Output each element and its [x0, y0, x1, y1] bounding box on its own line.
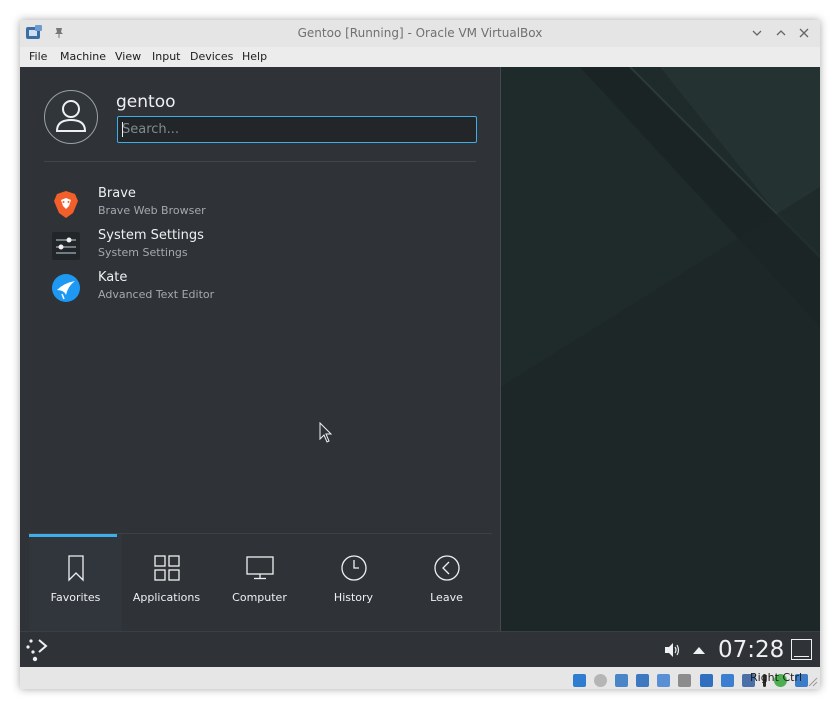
maximize-icon[interactable] — [774, 26, 788, 40]
monitor-icon — [245, 556, 274, 580]
menu-file[interactable]: File — [29, 50, 47, 63]
favorite-description: Advanced Text Editor — [98, 288, 215, 301]
menu-machine[interactable]: Machine — [60, 50, 106, 63]
application-launcher: gentoo Search... Brave Brave Web Browser — [20, 67, 501, 631]
tab-label: Favorites — [50, 591, 101, 604]
kate-icon — [52, 274, 80, 302]
optical-drive-icon[interactable] — [594, 674, 608, 687]
tab-favorites[interactable]: Favorites — [29, 534, 122, 631]
tab-leave[interactable]: Leave — [400, 534, 493, 631]
menu-help[interactable]: Help — [242, 50, 267, 63]
favorite-name: Kate — [98, 270, 128, 285]
search-placeholder: Search... — [122, 122, 180, 137]
menu-bar: File Machine View Input Devices Help — [20, 47, 820, 67]
gentoo-kicker-icon[interactable] — [24, 637, 50, 663]
taskbar-panel: 07:28 — [20, 631, 820, 667]
hard-disk-icon[interactable] — [573, 674, 586, 687]
panel-clock[interactable]: 07:28 — [718, 637, 784, 663]
shared-folders-icon[interactable] — [678, 674, 692, 687]
title-bar[interactable]: Gentoo [Running] - Oracle VM VirtualBox — [20, 20, 820, 47]
favorite-name: System Settings — [98, 228, 204, 243]
resize-grip-icon[interactable] — [808, 677, 818, 687]
usb-icon[interactable] — [657, 674, 671, 687]
mouse-cursor-icon — [319, 422, 333, 443]
host-key-label: Right Ctrl — [750, 671, 803, 684]
favorite-description: System Settings — [98, 246, 188, 259]
volume-icon[interactable] — [663, 641, 681, 659]
expand-arrow-icon[interactable] — [692, 645, 706, 655]
grid-icon — [153, 555, 180, 581]
header-divider — [44, 161, 476, 162]
tab-label: Computer — [232, 591, 287, 604]
tab-label: History — [333, 591, 374, 604]
close-icon[interactable] — [797, 26, 811, 40]
show-desktop-icon[interactable] — [791, 639, 812, 660]
active-tab-indicator — [29, 534, 117, 537]
text-caret — [122, 122, 123, 137]
guest-display[interactable]: gentoo Search... Brave Brave Web Browser — [20, 67, 820, 667]
tab-label: Leave — [430, 591, 463, 604]
tab-history[interactable]: History — [307, 534, 400, 631]
minimize-icon[interactable] — [750, 26, 764, 40]
tab-computer[interactable]: Computer — [213, 534, 306, 631]
menu-input[interactable]: Input — [152, 50, 180, 63]
virtualbox-window: Gentoo [Running] - Oracle VM VirtualBox … — [20, 20, 820, 689]
display-icon[interactable] — [699, 674, 713, 687]
window-title: Gentoo [Running] - Oracle VM VirtualBox — [297, 26, 543, 40]
audio-icon[interactable] — [615, 674, 629, 687]
favorite-description: Brave Web Browser — [98, 204, 206, 217]
network-icon[interactable] — [636, 674, 650, 687]
clock-icon — [340, 555, 367, 581]
status-bar: Right Ctrl — [20, 667, 820, 689]
tab-label: Applications — [132, 591, 201, 604]
user-avatar-icon[interactable] — [44, 90, 98, 144]
username: gentoo — [116, 92, 176, 112]
search-input[interactable]: Search... — [117, 116, 477, 143]
back-arrow-icon — [433, 555, 460, 581]
menu-devices[interactable]: Devices — [190, 50, 233, 63]
favorite-item-system-settings[interactable]: System Settings System Settings — [50, 228, 470, 268]
system-settings-icon — [52, 232, 80, 260]
favorite-name: Brave — [98, 186, 136, 201]
menu-view[interactable]: View — [115, 50, 141, 63]
brave-icon — [54, 191, 78, 218]
favorite-item-kate[interactable]: Kate Advanced Text Editor — [50, 270, 470, 310]
favorite-item-brave[interactable]: Brave Brave Web Browser — [50, 186, 470, 226]
recording-icon[interactable] — [720, 674, 734, 687]
bookmark-icon — [67, 555, 84, 582]
tab-applications[interactable]: Applications — [120, 534, 213, 631]
